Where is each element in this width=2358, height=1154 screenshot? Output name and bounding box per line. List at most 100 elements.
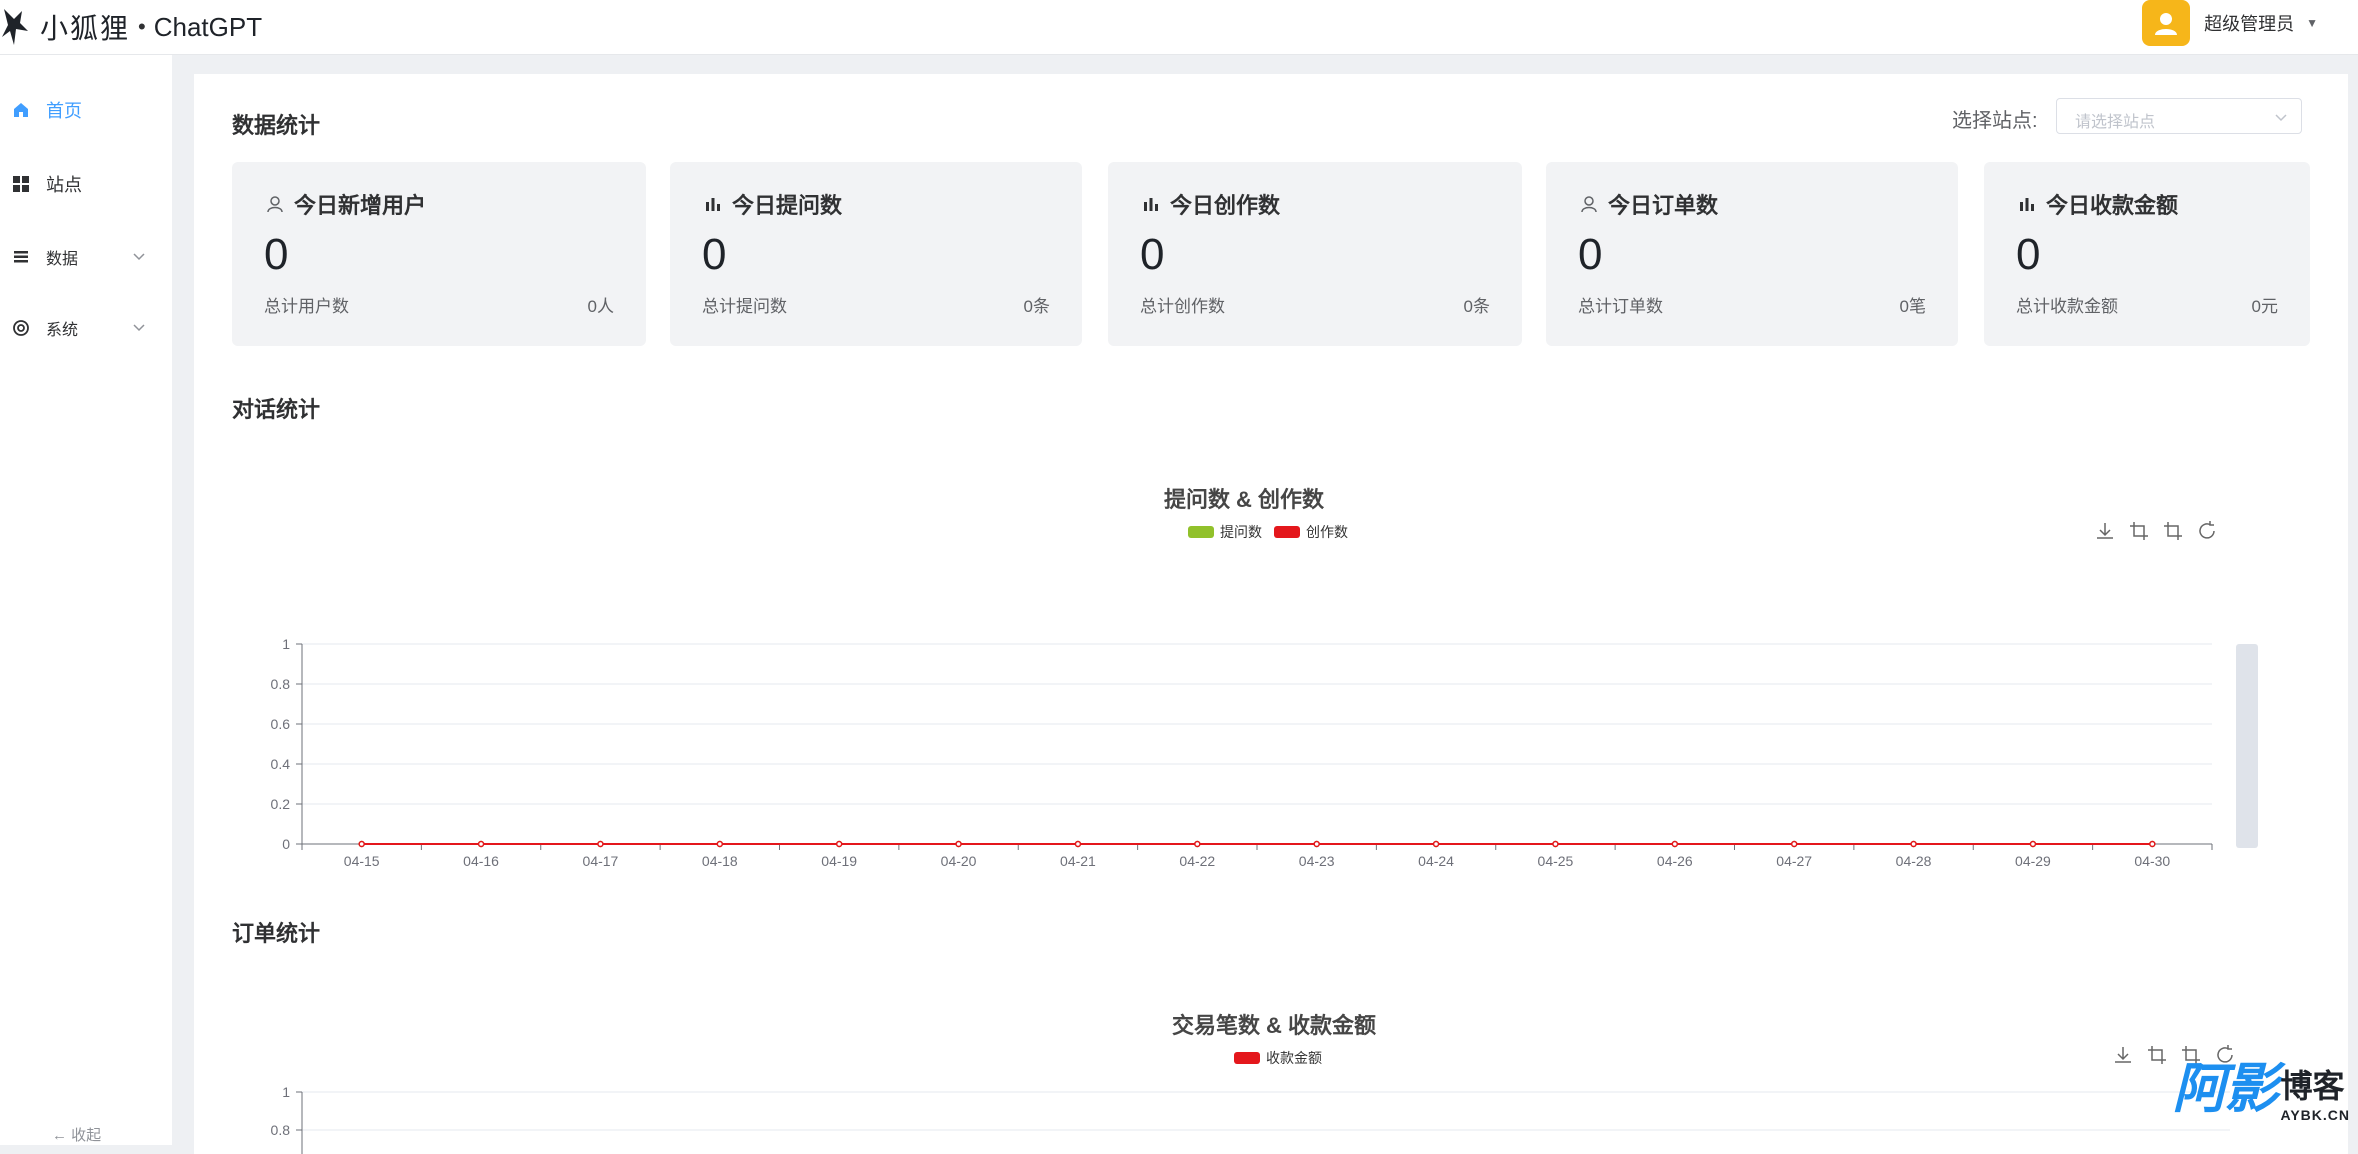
- card-value: 0: [264, 230, 289, 279]
- x-tick-label: 04-20: [941, 853, 977, 869]
- sidebar-item-system[interactable]: 系统: [0, 303, 172, 353]
- user-name[interactable]: 超级管理员: [2204, 10, 2294, 36]
- site-select[interactable]: 请选择站点: [2056, 98, 2302, 134]
- app-logo[interactable]: 小狐狸 • ChatGPT: [0, 4, 262, 50]
- refresh-icon[interactable]: [2196, 520, 2218, 542]
- legend-label: 提问数: [1220, 524, 1262, 540]
- card-foot-label: 总计收款金额: [2016, 297, 2118, 316]
- y-tick-label: 0.8: [271, 676, 291, 692]
- watermark-right: 博客 AYBK.CN: [2281, 1061, 2351, 1123]
- collapse-sidebar-button[interactable]: ← 收起: [52, 1124, 101, 1145]
- sidebar-item-data[interactable]: 数据: [0, 232, 172, 282]
- user-icon: [264, 193, 286, 215]
- card-total: 0条: [1463, 297, 1490, 316]
- card-value: 0: [702, 230, 727, 279]
- card-title: 今日订单数: [1578, 188, 1718, 220]
- sidebar-item-label: 站点: [46, 175, 82, 195]
- download-icon[interactable]: [2094, 520, 2116, 542]
- card-title: 今日提问数: [702, 188, 842, 220]
- user-menu[interactable]: 超级管理员 ▼: [2142, 0, 2358, 46]
- sidebar-item-label: 首页: [46, 101, 82, 121]
- legend-label: 创作数: [1306, 524, 1348, 540]
- card-total: 0元: [2251, 297, 2278, 316]
- user-icon: [1578, 193, 1600, 215]
- chart2-legend[interactable]: 收款金额: [1234, 1048, 1334, 1068]
- y-zoom-slider[interactable]: [2236, 644, 2258, 848]
- y-tick-label: 0: [282, 836, 290, 852]
- x-tick-label: 04-23: [1299, 853, 1335, 869]
- card-title: 今日新增用户: [264, 188, 426, 220]
- watermark-domain-text: AYBK.CN: [2280, 1107, 2350, 1123]
- series-point-1: [2029, 840, 2037, 848]
- x-tick-label: 04-15: [344, 853, 380, 869]
- series-point-1: [1432, 840, 1440, 848]
- x-tick-label: 04-22: [1179, 853, 1215, 869]
- logo-separator: •: [138, 14, 146, 39]
- card-value: 0: [1578, 230, 1603, 279]
- card-value: 0: [2016, 230, 2041, 279]
- card-total: 0人: [587, 297, 614, 316]
- bar-chart-icon: [2016, 193, 2038, 215]
- dialog-section-title: 对话统计: [232, 397, 321, 422]
- chart1-plot: 0 0.2 0.4 0.6 0.8 1 04-15 04-16 04-17 04-18 04-19 0…: [271, 636, 2258, 869]
- logo-subtitle: ChatGPT: [153, 11, 263, 42]
- stat-card-orders: 今日订单数 0 总计订单数 0笔: [1546, 162, 1958, 346]
- x-tick-label: 04-25: [1538, 853, 1574, 869]
- card-foot-label: 总计订单数: [1578, 297, 1663, 316]
- chart1-legend[interactable]: 提问数 创作数: [1188, 522, 1360, 542]
- sidebar-item-home[interactable]: 首页: [0, 85, 172, 135]
- y-tick-label: 1: [282, 1084, 290, 1100]
- grid-icon: [10, 173, 32, 195]
- y-tick-label: 0.6: [271, 716, 291, 732]
- stat-card-questions: 今日提问数 0 总计提问数 0条: [670, 162, 1082, 346]
- y-tick-label: 1: [282, 636, 290, 652]
- download-icon[interactable]: [2112, 1044, 2134, 1066]
- x-tick-label: 04-19: [821, 853, 857, 869]
- card-title-text: 今日订单数: [1608, 193, 1719, 218]
- crop-icon[interactable]: [2128, 520, 2150, 542]
- legend-item[interactable]: 收款金额: [1234, 1048, 1322, 1068]
- card-foot-label: 总计用户数: [264, 297, 349, 316]
- card-foot-label: 总计创作数: [1140, 297, 1225, 316]
- crop-icon[interactable]: [2146, 1044, 2168, 1066]
- series-point-1: [1790, 840, 1798, 848]
- series-point-1: [716, 840, 724, 848]
- site-select-label: 选择站点:: [1952, 110, 2038, 132]
- stats-section-title: 数据统计: [232, 113, 321, 138]
- x-tick-label: 04-28: [1896, 853, 1932, 869]
- series-point-1: [1552, 840, 1559, 848]
- legend-item[interactable]: 提问数: [1188, 522, 1262, 542]
- legend-item[interactable]: 创作数: [1274, 522, 1348, 542]
- x-tick-label: 04-29: [2015, 853, 2051, 869]
- x-tick-label: 04-27: [1776, 853, 1812, 869]
- series-point-1: [835, 840, 843, 848]
- sidebar-item-label: 系统: [46, 322, 79, 339]
- x-tick-label: 04-16: [463, 853, 499, 869]
- avatar[interactable]: [2142, 0, 2191, 46]
- chart1-toolbox: [2094, 520, 2230, 542]
- crop-reset-icon[interactable]: [2162, 520, 2184, 542]
- chevron-down-icon: [2275, 114, 2287, 122]
- series-point-1: [1313, 840, 1320, 848]
- y-tick-label: 0.8: [271, 1122, 291, 1138]
- card-total: 0笔: [1899, 297, 1926, 316]
- chart2-plot: 0.81: [271, 1084, 2230, 1154]
- series-point-1: [2149, 840, 2156, 848]
- chevron-down-icon: [133, 253, 145, 261]
- stat-card-revenue: 今日收款金额 0 总计收款金额 0元: [1984, 162, 2310, 346]
- sidebar: 首页 站点 数据 系统 ← 收起: [0, 55, 172, 1145]
- card-total: 0条: [1023, 297, 1050, 316]
- sidebar-item-sites[interactable]: 站点: [0, 159, 172, 209]
- watermark-logo: 阿影 博客 AYBK.CN: [2173, 1044, 2351, 1123]
- card-title: 今日创作数: [1140, 188, 1280, 220]
- logo-text: 小狐狸: [40, 12, 131, 45]
- series-point-1: [477, 840, 485, 848]
- legend-label: 收款金额: [1266, 1050, 1322, 1066]
- card-title: 今日收款金额: [2016, 188, 2178, 220]
- card-foot-label: 总计提问数: [702, 297, 787, 316]
- user-dropdown-icon[interactable]: ▼: [2306, 16, 2318, 30]
- series-point-1: [1194, 840, 1201, 848]
- home-icon: [10, 99, 32, 121]
- x-tick-label: 04-30: [2134, 853, 2170, 869]
- watermark-big-text: 阿影: [2172, 1059, 2279, 1119]
